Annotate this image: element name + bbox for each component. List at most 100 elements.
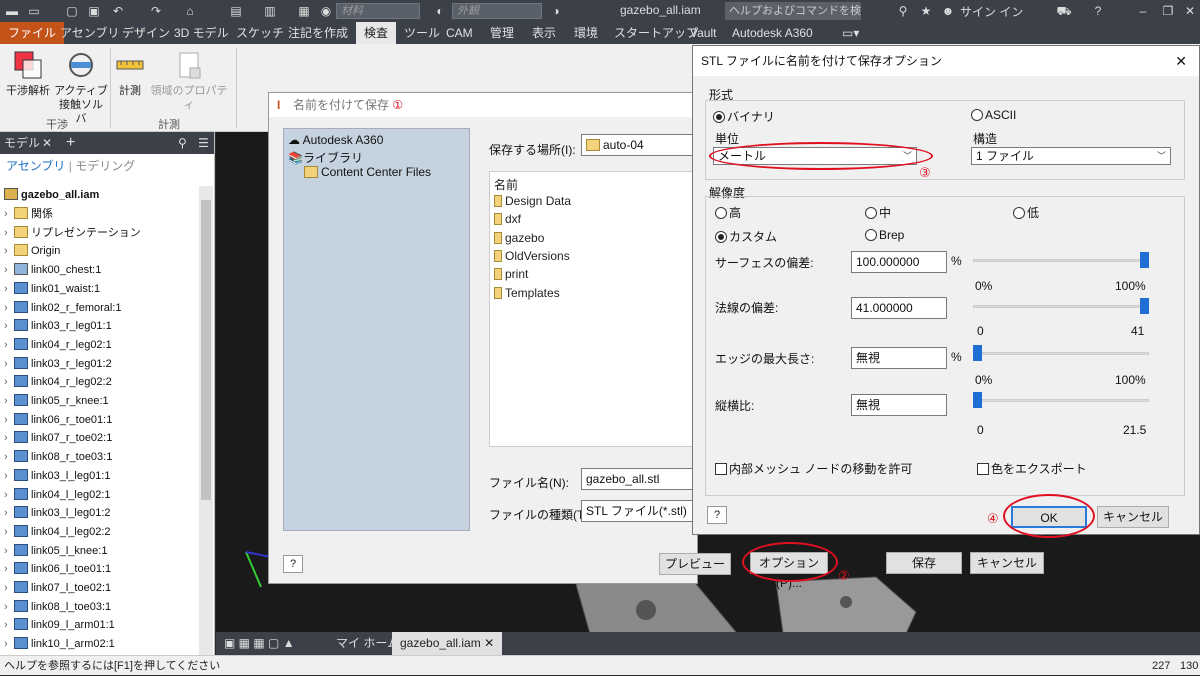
expand-icon[interactable]: › [4, 429, 14, 447]
tree-item[interactable]: › link04_r_leg02:2 [4, 373, 112, 391]
redo-icon[interactable]: ↷ [148, 3, 164, 19]
expand-icon[interactable]: › [4, 560, 14, 578]
expand-icon[interactable]: › [4, 523, 14, 541]
stl-cancel-button[interactable]: キャンセル [1097, 506, 1169, 528]
close-icon[interactable]: ✕ [484, 636, 494, 650]
appearance-dropdown[interactable]: 外観 [452, 3, 542, 19]
export-colors-checkbox[interactable]: 色をエクスポート [977, 460, 1087, 477]
close-icon[interactable]: ✕ [42, 132, 52, 154]
undo-icon[interactable]: ↶ [110, 3, 126, 19]
home-icon[interactable]: ⌂ [182, 3, 198, 19]
expand-icon[interactable]: › [4, 392, 14, 410]
expand-icon[interactable]: › [4, 635, 14, 653]
update-icon[interactable]: ▥ [262, 3, 278, 19]
tree-item[interactable]: › link09_l_arm01:1 [4, 616, 115, 634]
slider-thumb[interactable] [973, 345, 982, 361]
globe-icon[interactable]: ◉ [318, 3, 334, 19]
tab-tools[interactable]: ツール [402, 22, 442, 44]
help-button[interactable]: ? [283, 555, 303, 573]
close-icon[interactable]: ✕ [1175, 46, 1187, 76]
save-button[interactable]: 保存 [886, 552, 962, 574]
filename-input[interactable]: gazebo_all.stl [581, 468, 701, 490]
expand-icon[interactable]: › [4, 598, 14, 616]
tab-modeling-view[interactable]: モデリング [75, 159, 135, 173]
tab-manage[interactable]: 管理 [488, 22, 516, 44]
brep-radio[interactable]: Brep [865, 228, 904, 242]
expand-icon[interactable]: › [4, 224, 14, 242]
color-override-icon[interactable]: ◑ [548, 3, 564, 19]
search-icon[interactable]: ⚲ [895, 3, 911, 19]
structure-dropdown[interactable]: 1 ファイル ﹀ [971, 147, 1171, 165]
tab-inspect[interactable]: 検査 [356, 22, 397, 44]
expand-icon[interactable]: › [4, 280, 14, 298]
tree-item[interactable]: › link07_l_toe02:1 [4, 579, 111, 597]
medium-radio[interactable]: 中 [865, 204, 891, 221]
tab-document[interactable]: gazebo_all.iam ✕ [392, 632, 503, 655]
expand-icon[interactable]: › [4, 355, 14, 373]
tree-item[interactable]: › link08_l_toe03:1 [4, 598, 111, 616]
edge-length-slider[interactable] [973, 352, 1149, 355]
select-icon[interactable]: ▤ [228, 3, 244, 19]
ascii-radio[interactable]: ASCII [971, 108, 1016, 122]
tree-item[interactable]: › link01_waist:1 [4, 280, 100, 298]
tree-item[interactable]: › link05_r_knee:1 [4, 392, 109, 410]
tile-icon[interactable]: ▣ ▦ ▦ ▢ ▲ [216, 632, 303, 655]
expand-icon[interactable]: › [4, 205, 14, 223]
cart-icon[interactable]: ⛟ [1056, 3, 1072, 19]
custom-radio[interactable]: カスタム [715, 228, 777, 245]
save-icon[interactable]: ▣ [86, 3, 102, 19]
add-icon[interactable]: + [66, 132, 75, 154]
tree-item[interactable]: › link05_l_knee:1 [4, 542, 107, 560]
measure-icon[interactable]: ▦ [296, 3, 312, 19]
aspect-ratio-input[interactable]: 無視 [851, 394, 947, 416]
expand-icon[interactable]: › [4, 373, 14, 391]
expand-icon[interactable]: › [4, 242, 14, 260]
tree-item[interactable]: › link06_l_toe01:1 [4, 560, 111, 578]
file-list-item[interactable]: OldVersions [494, 249, 570, 263]
active-contact-solver-button[interactable]: アクティブ 接触ソルバ [54, 50, 108, 126]
expand-icon[interactable]: › [4, 486, 14, 504]
tab-cam[interactable]: CAM [444, 22, 475, 44]
menu-icon[interactable]: ☰ [198, 132, 209, 154]
cancel-button[interactable]: キャンセル [970, 552, 1044, 574]
expand-icon[interactable]: › [4, 448, 14, 466]
tab-assembly[interactable]: アセンブリ [58, 22, 121, 44]
tree-item[interactable]: › link06_r_toe01:1 [4, 411, 112, 429]
file-list[interactable]: 名前 Design Data dxf gazebo OldVersions print T… [489, 171, 701, 447]
tab-design[interactable]: デザイン [120, 22, 172, 44]
place-content-center[interactable]: Content Center Files [304, 165, 431, 179]
tab-assembly-view[interactable]: アセンブリ [6, 159, 65, 173]
tree-item[interactable]: › link04_l_leg02:2 [4, 523, 111, 541]
tab-view[interactable]: 表示 [530, 22, 558, 44]
measure-button[interactable]: 計測 [112, 50, 148, 98]
tree-item[interactable]: › link08_r_toe03:1 [4, 448, 112, 466]
tab-environment[interactable]: 環境 [572, 22, 600, 44]
tree-item[interactable]: › Origin [4, 242, 60, 260]
tree-item[interactable]: › link07_r_toe02:1 [4, 429, 112, 447]
tab-3d-model[interactable]: 3D モデル [172, 22, 231, 44]
open-icon[interactable]: ▢ [64, 3, 80, 19]
file-menu-icon[interactable]: ▬ [4, 3, 20, 19]
normal-deviation-slider[interactable] [973, 305, 1149, 308]
new-icon[interactable]: ▭ [26, 3, 42, 19]
tree-item[interactable]: › リプレゼンテーション [4, 224, 141, 242]
tree-item[interactable]: › 関係 [4, 205, 53, 223]
appearance-icon[interactable]: ◐ [432, 3, 448, 19]
slider-thumb[interactable] [1140, 298, 1149, 314]
tab-annotate[interactable]: 注記を作成 [286, 22, 350, 44]
place-library[interactable]: 📚ライブラリ [288, 149, 363, 166]
tree-item[interactable]: › link00_chest:1 [4, 261, 101, 279]
favorite-icon[interactable]: ★ [918, 3, 934, 19]
ribbon-toggle-icon[interactable]: ▭▾ [840, 22, 861, 44]
expand-icon[interactable]: › [4, 579, 14, 597]
expand-icon[interactable]: › [4, 317, 14, 335]
tab-vault[interactable]: Vault [688, 22, 718, 44]
expand-icon[interactable]: › [4, 336, 14, 354]
filetype-dropdown[interactable]: STL ファイル(*.stl) [581, 500, 701, 522]
slider-thumb[interactable] [973, 392, 982, 408]
expand-icon[interactable]: › [4, 299, 14, 317]
tab-sketch[interactable]: スケッチ [234, 22, 286, 44]
high-radio[interactable]: 高 [715, 204, 741, 221]
column-header-name[interactable]: 名前 [494, 176, 518, 193]
close-icon[interactable]: ✕ [1182, 3, 1198, 19]
